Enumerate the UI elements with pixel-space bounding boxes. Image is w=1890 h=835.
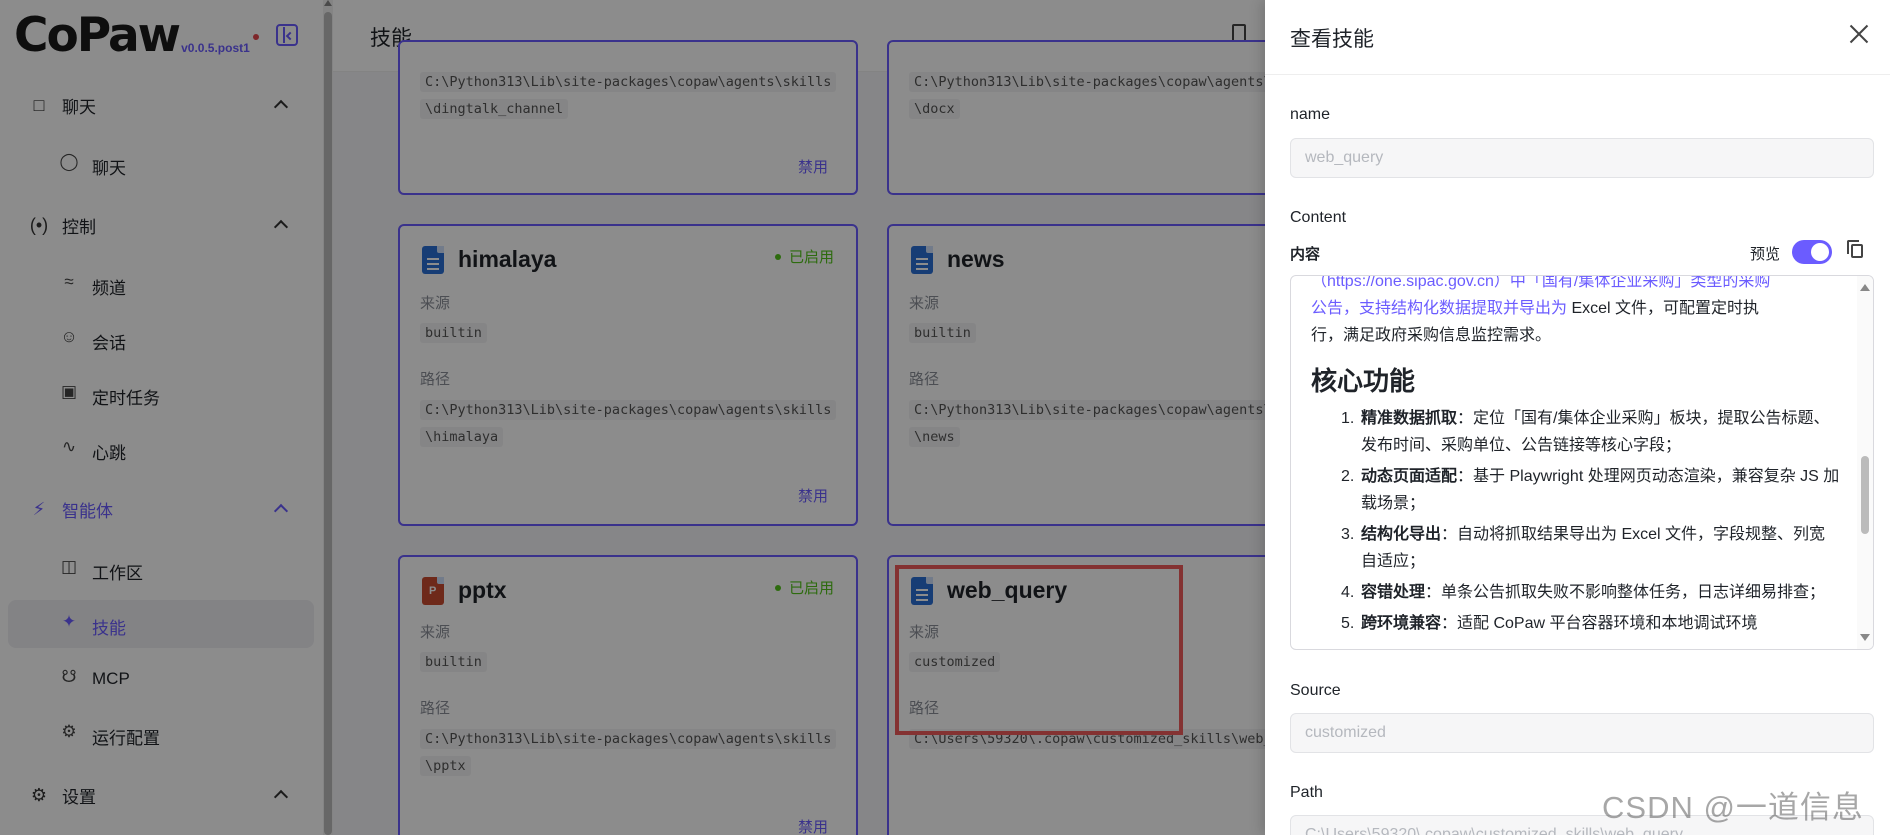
- list-number: 1.: [1341, 410, 1355, 427]
- path-label: Path: [1290, 784, 1323, 801]
- intro-text: Excel 文件，可配置定时执: [1567, 300, 1760, 317]
- scroll-up-arrow-icon[interactable]: [1860, 284, 1870, 291]
- feature-desc: ：单条公告抓取失败不影响整体任务，日志详细易排查；: [1425, 584, 1826, 601]
- list-item: 3. 结构化导出：自动将抓取结果导出为 Excel 文件，字段规整、列宽自适应；: [1341, 521, 1841, 575]
- list-item: 5. 跨环境兼容：适配 CoPaw 平台容器环境和本地调试环境: [1341, 610, 1841, 637]
- name-label: name: [1290, 106, 1331, 123]
- intro-line: （https://one.sipac.gov.cn）中「国有/集体企业采购」类型…: [1311, 275, 1771, 290]
- close-icon[interactable]: [1849, 24, 1869, 44]
- content-label: Content: [1290, 209, 1347, 226]
- source-label: Source: [1290, 682, 1341, 699]
- copy-icon[interactable]: [1847, 240, 1863, 258]
- modal-backdrop[interactable]: [0, 0, 1265, 835]
- intro-paragraph: （https://one.sipac.gov.cn）中「国有/集体企业采购」类型…: [1311, 275, 1841, 349]
- list-item: 4. 容错处理：单条公告抓取失败不影响整体任务，日志详细易排查；: [1341, 579, 1841, 606]
- list-item: 2. 动态页面适配：基于 Playwright 处理网页动态渲染，兼容复杂 JS …: [1341, 463, 1841, 517]
- content-sublabel: 内容: [1290, 246, 1321, 263]
- list-number: 5.: [1341, 615, 1355, 632]
- drawer-divider: [1265, 74, 1890, 75]
- markdown-preview: （https://one.sipac.gov.cn）中「国有/集体企业采购」类型…: [1311, 275, 1841, 641]
- feature-title: 动态页面适配: [1361, 468, 1458, 485]
- feature-title: 容错处理: [1361, 584, 1426, 601]
- preview-toggle[interactable]: [1792, 240, 1832, 264]
- feature-title: 精准数据抓取: [1361, 410, 1458, 427]
- feature-title: 结构化导出: [1361, 526, 1442, 543]
- scrollbar-thumb[interactable]: [1861, 456, 1869, 534]
- list-number: 4.: [1341, 584, 1355, 601]
- source-field[interactable]: customized: [1290, 713, 1874, 753]
- name-field[interactable]: web_query: [1290, 138, 1874, 178]
- intro-line: 行，满足政府采购信息监控需求。: [1311, 327, 1552, 344]
- feature-desc: ：适配 CoPaw 平台容器环境和本地调试环境: [1441, 615, 1758, 632]
- section-heading: 核心功能: [1311, 366, 1416, 396]
- list-item: 1. 精准数据抓取：定位「国有/集体企业采购」板块，提取公告标题、发布时间、采购单…: [1341, 405, 1841, 459]
- list-number: 3.: [1341, 526, 1355, 543]
- scroll-down-arrow-icon[interactable]: [1860, 634, 1870, 641]
- intro-link[interactable]: 公告，支持结构化数据提取并导出为: [1311, 300, 1567, 317]
- view-skill-drawer: 查看技能 name web_query Content 内容 预览 （https…: [1265, 0, 1890, 835]
- intro-line: 公告，支持结构化数据提取并导出为 Excel 文件，可配置定时执: [1311, 295, 1841, 322]
- drawer-title: 查看技能: [1290, 28, 1374, 51]
- feature-list: 1. 精准数据抓取：定位「国有/集体企业采购」板块，提取公告标题、发布时间、采购单…: [1341, 405, 1841, 637]
- preview-label: 预览: [1750, 246, 1781, 263]
- watermark: CSDN @一道信息: [1602, 790, 1864, 825]
- feature-title: 跨环境兼容: [1361, 615, 1442, 632]
- preview-scrollbar[interactable]: [1857, 276, 1873, 649]
- list-number: 2.: [1341, 468, 1355, 485]
- content-preview[interactable]: （https://one.sipac.gov.cn）中「国有/集体企业采购」类型…: [1290, 275, 1874, 650]
